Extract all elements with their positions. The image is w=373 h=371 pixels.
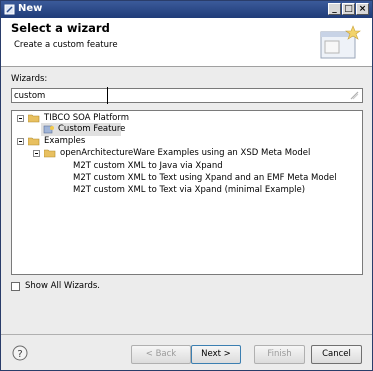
- minimize-button[interactable]: _: [328, 3, 341, 15]
- page-description: Create a custom feature: [14, 40, 118, 50]
- wizards-label: Wizards:: [11, 74, 48, 84]
- back-button[interactable]: < Back: [131, 345, 191, 364]
- next-button[interactable]: Next >: [191, 345, 241, 364]
- tree-node-label: M2T custom XML to Java via Xpand: [73, 161, 223, 171]
- help-icon[interactable]: ?: [12, 345, 28, 361]
- collapse-toggle-icon[interactable]: [17, 138, 24, 145]
- help-glyph: ?: [17, 349, 22, 360]
- wizard-banner-icon: [320, 25, 361, 59]
- new-wizard-dialog: New _ □ × Select a wizard Create a custo…: [0, 0, 373, 371]
- app-icon: [4, 4, 15, 15]
- wizard-filter-field[interactable]: [11, 87, 363, 104]
- tree-node-label: openArchitectureWare Examples using an X…: [60, 148, 311, 158]
- finish-button[interactable]: Finish: [254, 345, 305, 364]
- button-bar-separator: [1, 334, 372, 335]
- close-button[interactable]: ×: [356, 3, 369, 15]
- title-bar[interactable]: New _ □ ×: [1, 1, 372, 18]
- tree-node-m2t-minimal[interactable]: M2T custom XML to Text via Xpand (minima…: [73, 184, 305, 197]
- collapse-toggle-icon[interactable]: [33, 150, 40, 157]
- tree-node-label: M2T custom XML to Text via Xpand (minima…: [73, 185, 306, 195]
- custom-feature-icon: [43, 125, 54, 134]
- folder-open-icon: [28, 114, 40, 123]
- wizard-tree[interactable]: TIBCO SOA Platform Custom Feature Exampl…: [11, 110, 363, 275]
- page-title: Select a wizard: [11, 21, 110, 35]
- folder-open-icon: [28, 137, 40, 146]
- cancel-button[interactable]: Cancel: [311, 345, 362, 364]
- collapse-toggle-icon[interactable]: [17, 115, 24, 122]
- maximize-button[interactable]: □: [342, 3, 355, 15]
- folder-open-icon: [44, 149, 56, 158]
- wizard-filter-input[interactable]: [14, 89, 334, 102]
- tree-node-label: M2T custom XML to Text using Xpand and a…: [73, 173, 337, 183]
- window-title: New: [18, 3, 43, 14]
- show-all-wizards-label: Show All Wizards.: [25, 281, 100, 291]
- text-cursor: [107, 87, 108, 104]
- clear-filter-icon[interactable]: [350, 91, 359, 100]
- wizard-header: Select a wizard Create a custom feature: [1, 18, 372, 67]
- checkbox-box[interactable]: [11, 282, 20, 291]
